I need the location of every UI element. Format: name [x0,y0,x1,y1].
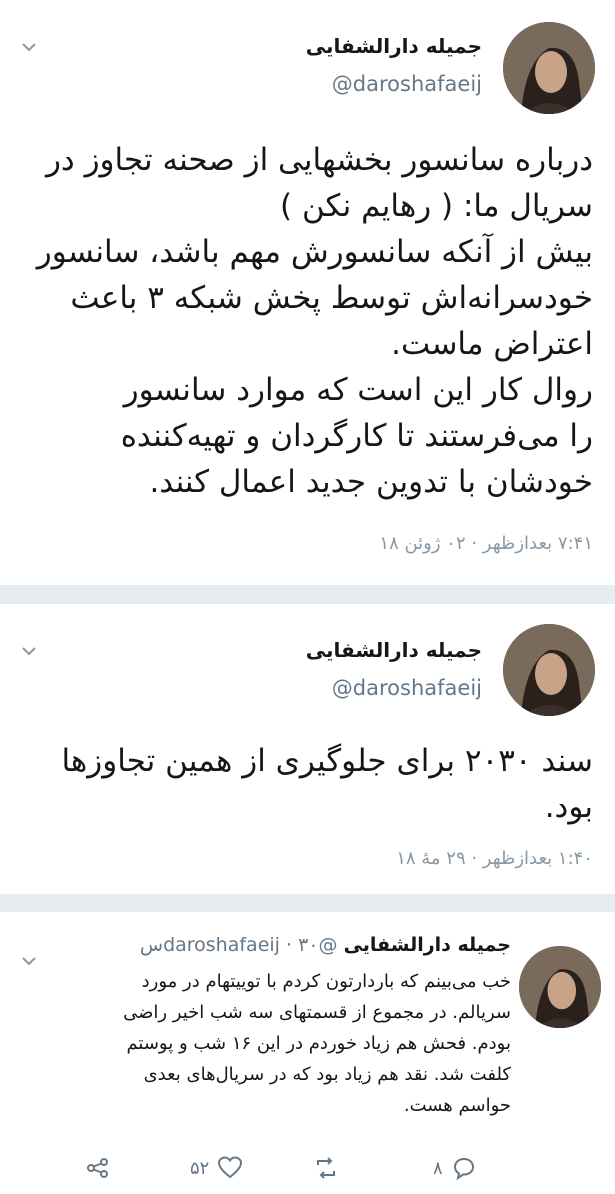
tweet-header: جمیله دارالشفایی @daroshafaeij · ۳۰س [140,934,511,956]
tweet-text: سند ۲۰۳۰ برای جلوگیری از همین تجاوزها بو… [61,743,593,825]
like-button[interactable]: ۵۲ [190,1152,243,1184]
timestamp[interactable]: ۷:۴۱ بعدازظهر · ۰۲ ژوئن ۱۸ [379,533,593,554]
share-icon [85,1155,111,1181]
like-count: ۵۲ [190,1157,210,1179]
retweet-button[interactable] [313,1152,339,1184]
avatar[interactable] [503,22,595,114]
tweet-text: خب می‌بینم که باردارتون کردم با توییتهام… [123,971,511,1116]
chevron-down-icon[interactable] [20,642,38,660]
reply-icon [451,1155,477,1181]
tweet-card[interactable]: جمیله دارالشفایی @daroshafaeij درباره سا… [0,0,615,585]
reply-count: ۸ [433,1157,443,1179]
chevron-down-icon[interactable] [20,38,38,56]
chevron-down-icon[interactable] [20,952,38,970]
display-name[interactable]: جمیله دارالشفایی [306,34,482,58]
tweet-actions: ۵۲ ۸ [85,1152,515,1184]
retweet-icon [313,1155,339,1181]
user-handle[interactable]: @daroshafaeij [332,72,482,96]
tweet-card[interactable]: جمیله دارالشفایی @daroshafaeij سند ۲۰۳۰ … [0,604,615,894]
avatar[interactable] [519,946,601,1028]
display-name[interactable]: جمیله دارالشفایی [344,934,511,956]
separator-dot: · [286,934,293,956]
tweet-card[interactable]: جمیله دارالشفایی @daroshafaeij · ۳۰س خب … [0,912,615,1194]
like-icon [217,1155,243,1181]
display-name[interactable]: جمیله دارالشفایی [306,638,482,662]
user-handle[interactable]: @daroshafaeij [332,676,482,700]
tweet-text: درباره سانسور بخشهایی از صحنه تجاوز در س… [36,142,593,500]
timestamp[interactable]: ۱:۴۰ بعدازظهر · ۲۹ مهٔ ۱۸ [396,848,593,869]
share-button[interactable] [85,1152,111,1184]
reply-button[interactable]: ۸ [433,1152,477,1184]
avatar[interactable] [503,624,595,716]
